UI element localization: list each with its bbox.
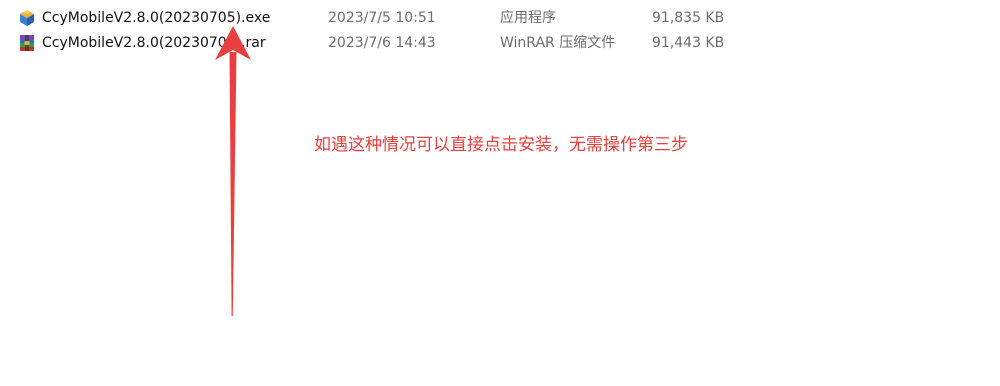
annotation-text: 如遇这种情况可以直接点击安装，无需操作第三步 bbox=[314, 135, 688, 155]
annotation-arrow bbox=[215, 26, 251, 316]
arrow-shaft bbox=[229, 52, 237, 316]
